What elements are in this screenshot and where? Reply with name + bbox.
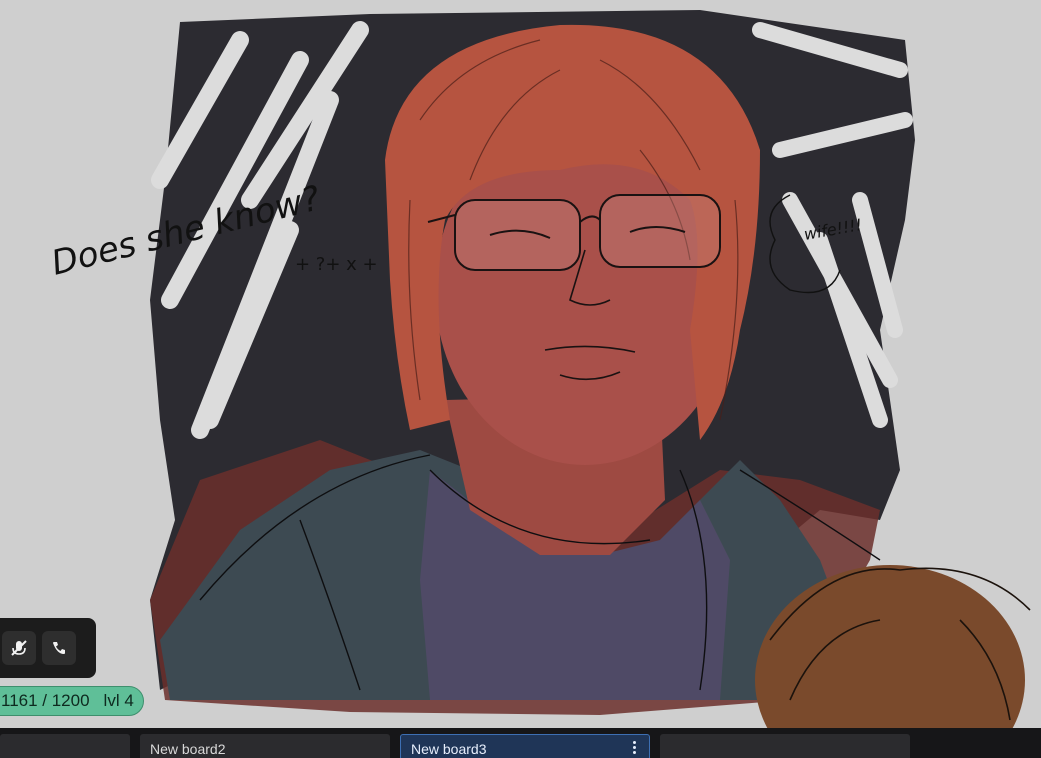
- call-controls: [0, 618, 96, 678]
- microphone-muted-icon: [10, 639, 28, 657]
- phone-icon: [51, 640, 67, 656]
- level-label: lvl 4: [103, 691, 134, 710]
- call-button[interactable]: [42, 631, 76, 665]
- board-tab-1[interactable]: [0, 734, 130, 758]
- more-options-icon[interactable]: [633, 741, 637, 754]
- board-tab-label: New board3: [411, 741, 487, 757]
- xp-progress: 1161 / 1200: [1, 691, 90, 710]
- board-tab-2[interactable]: New board2: [140, 734, 390, 758]
- glasses: [427, 194, 721, 271]
- drawing-canvas[interactable]: Does she know? wife!!!! + ?+ x +: [0, 0, 1041, 728]
- board-tab-label: New board2: [150, 741, 226, 757]
- board-tab-4[interactable]: [660, 734, 910, 758]
- portrait-drawing: Does she know? wife!!!! + ?+ x +: [48, 10, 1031, 728]
- board-tab-bar: New board2 New board3: [0, 728, 1041, 758]
- level-progress-badge: 1161 / 1200 lvl 4: [0, 686, 144, 716]
- mute-microphone-button[interactable]: [2, 631, 36, 665]
- board-tab-3[interactable]: New board3: [400, 734, 650, 758]
- annotation-marks: + ?+ x +: [295, 254, 378, 275]
